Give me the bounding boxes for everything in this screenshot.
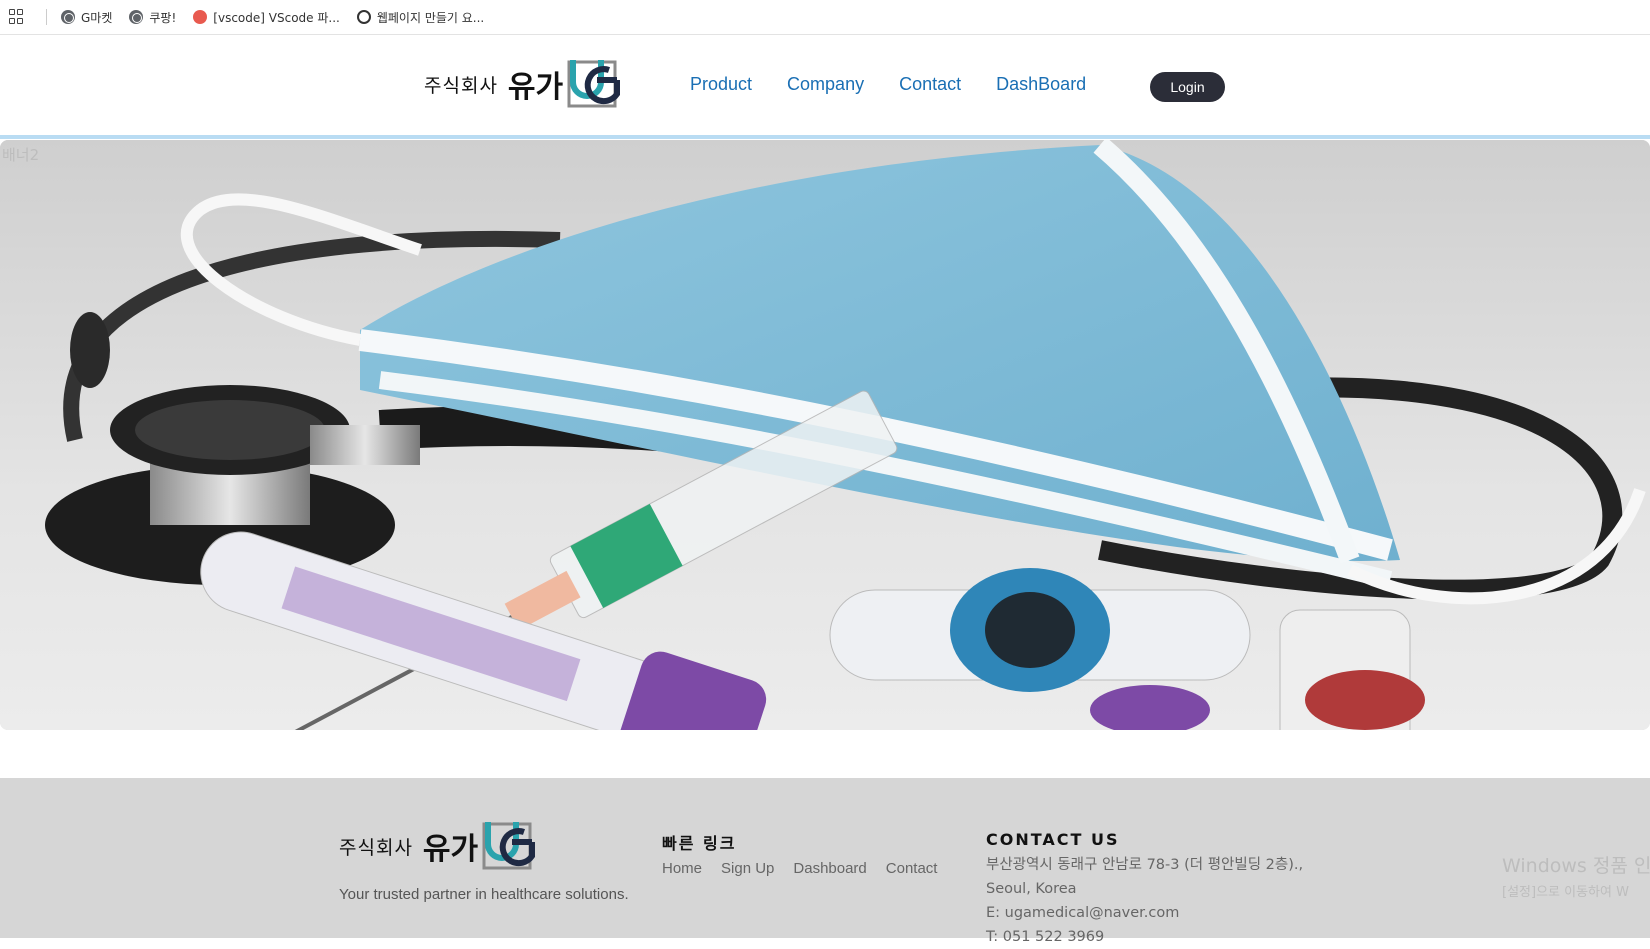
header-divider — [0, 135, 1650, 139]
vscode-bookmark-icon — [193, 10, 208, 24]
bookmark-label: 쿠팡! — [149, 10, 177, 25]
chatgpt-icon — [356, 10, 371, 24]
header-logo[interactable]: 주식회사 유가 — [424, 58, 621, 110]
contact-address-line2: Seoul, Korea — [986, 881, 1077, 897]
bookmarks-bar: G마켓 쿠팡! [vscode] VScode 파... 웹페이지 만들기 요.… — [0, 0, 1650, 35]
site-footer: 주식회사 유가 Your trusted partner in healthca… — [0, 778, 1650, 945]
bookmark-label: [vscode] VScode 파... — [213, 10, 340, 25]
apps-grid-icon[interactable] — [9, 8, 26, 26]
site-header: 주식회사 유가 Product Company Contact DashBoar… — [0, 36, 1650, 132]
watermark-line1: Windows 정품 인 — [1502, 855, 1650, 877]
watermark-line2: [설정]으로 이동하여 W — [1502, 885, 1629, 900]
nav-contact[interactable]: Contact — [899, 74, 961, 95]
ug-logo-mark-icon — [567, 60, 621, 108]
hero-banner-image: 배너2 — [0, 140, 1650, 730]
logo-company-prefix: 주식회사 — [424, 74, 498, 97]
footer-link-signup[interactable]: Sign Up — [721, 860, 774, 877]
contact-phone: T: 051 522 3969 — [986, 929, 1105, 945]
footer-link-home[interactable]: Home — [662, 860, 702, 877]
contact-title: CONTACT US — [986, 830, 1120, 849]
footer-logo[interactable]: 주식회사 유가 — [339, 820, 536, 872]
nav-company[interactable]: Company — [787, 74, 864, 95]
bookmark-separator — [46, 9, 47, 25]
logo-company-prefix: 주식회사 — [339, 836, 413, 859]
contact-section: CONTACT US 부산광역시 동래구 안남로 78-3 (더 평안빌딩 2층… — [986, 830, 1303, 949]
footer-tagline: Your trusted partner in healthcare solut… — [339, 886, 629, 903]
nav-product[interactable]: Product — [690, 74, 752, 95]
logo-brand-name: 유가 — [422, 832, 479, 867]
footer-link-contact[interactable]: Contact — [886, 860, 938, 877]
bookmark-coupang[interactable]: 쿠팡! — [129, 9, 176, 26]
logo-brand-name: 유가 — [507, 70, 564, 105]
login-button[interactable]: Login — [1150, 72, 1225, 102]
bookmark-webpage[interactable]: 웹페이지 만들기 요... — [356, 9, 485, 26]
quick-links-title: 빠른 링크 — [662, 834, 737, 853]
medical-supplies-photo — [0, 140, 1650, 730]
quick-links-list: Home Sign Up Dashboard Contact — [662, 860, 956, 877]
globe-icon — [61, 10, 75, 24]
globe-icon — [129, 10, 144, 24]
bookmark-label: 웹페이지 만들기 요... — [376, 10, 485, 25]
bookmark-label: G마켓 — [81, 10, 113, 25]
bookmark-gmarket[interactable]: G마켓 — [61, 9, 112, 26]
windows-activation-watermark: Windows 정품 인 [설정]으로 이동하여 W — [1502, 851, 1650, 900]
main-nav: Product Company Contact DashBoard — [690, 74, 1121, 95]
quick-links-section: 빠른 링크 Home Sign Up Dashboard Contact — [662, 830, 956, 877]
nav-dashboard[interactable]: DashBoard — [996, 74, 1086, 95]
contact-email: E: ugamedical@naver.com — [986, 905, 1180, 921]
footer-link-dashboard[interactable]: Dashboard — [793, 860, 866, 877]
banner-alt-text: 배너2 — [2, 146, 40, 164]
contact-address-line1: 부산광역시 동래구 안남로 78-3 (더 평안빌딩 2층)., — [986, 857, 1304, 873]
ug-logo-mark-icon — [482, 822, 536, 870]
bookmark-vscode[interactable]: [vscode] VScode 파... — [193, 9, 340, 26]
